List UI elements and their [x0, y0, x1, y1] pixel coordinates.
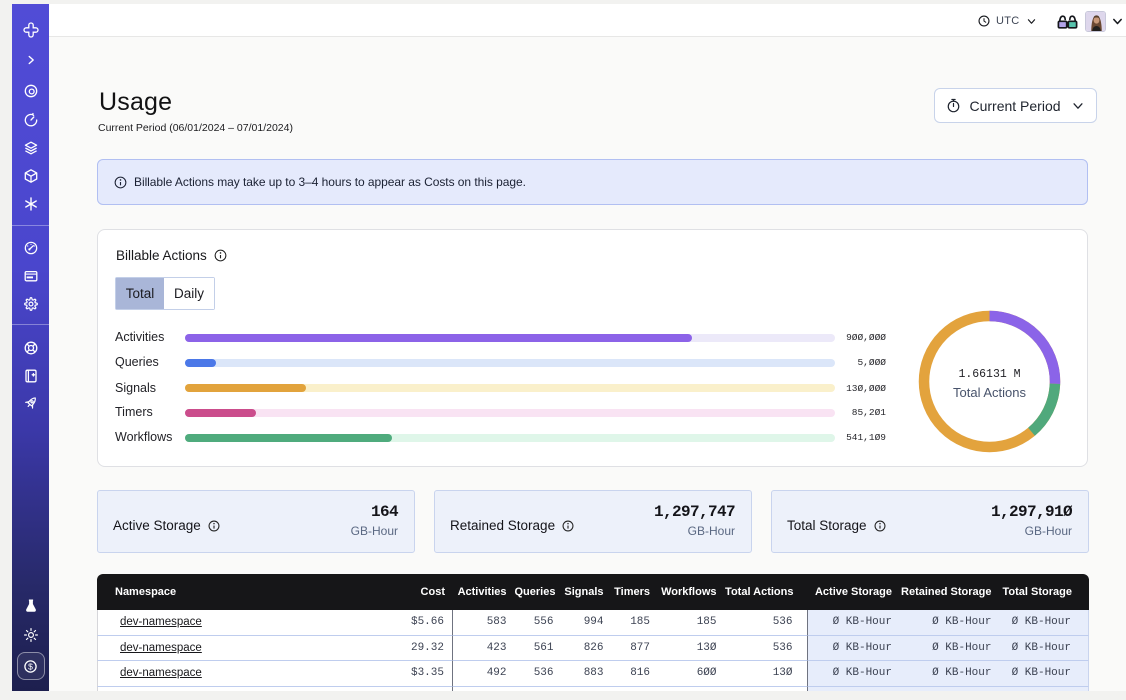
svg-text:$: $ — [28, 661, 33, 671]
